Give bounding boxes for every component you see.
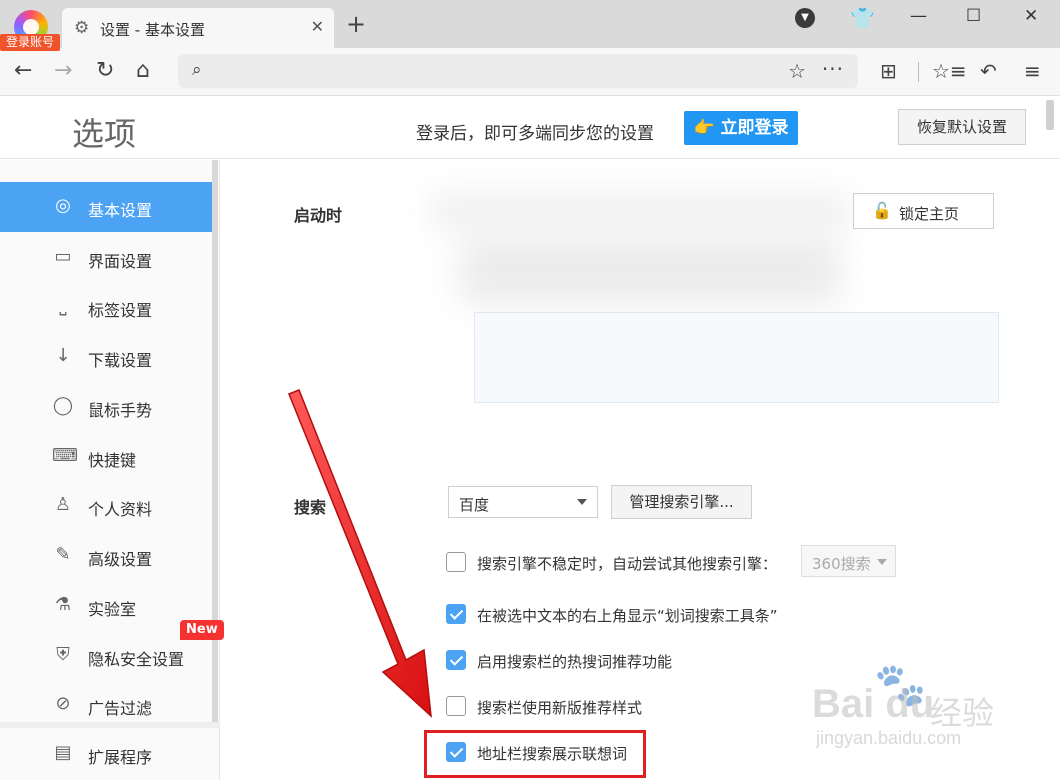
skin-icon[interactable]: 👕 [850, 8, 875, 28]
sidebar-item-label: 扩展程序 [88, 748, 153, 767]
flask-icon: ⚗ [54, 594, 72, 615]
tab-settings[interactable]: ⚙ 设置 - 基本设置 ✕ [62, 8, 334, 48]
checkbox[interactable] [446, 552, 466, 572]
login-account-badge[interactable]: 登录账号 [0, 34, 60, 51]
home-button[interactable]: ⌂ [136, 58, 150, 84]
apps-icon[interactable]: ⊞ [880, 60, 897, 82]
lock-homepage-label: 锁定主页 [899, 205, 960, 223]
user-icon: ♙ [54, 494, 72, 515]
login-now-button[interactable]: 👉 立即登录 [684, 111, 798, 145]
sidebar-item-label: 实验室 [88, 600, 137, 619]
option-label: 启用搜索栏的热搜词推荐功能 [477, 653, 673, 671]
sidebar-item-label: 广告过滤 [88, 699, 153, 718]
settings-header: 选项 登录后，即可多端同步您的设置 👉 立即登录 恢复默认设置 [0, 97, 1060, 159]
unlock-icon: 🔓 [872, 201, 892, 220]
sidebar-item-label: 标签设置 [88, 301, 153, 320]
title-bar: ⚙ 设置 - 基本设置 ✕ + ▼ 👕 — ☐ ✕ [0, 0, 1060, 48]
sidebar-item-tab-settings[interactable]: ⎵ 标签设置 [0, 282, 212, 332]
watermark-url: jingyan.baidu.com [816, 728, 962, 748]
new-tab-button[interactable]: + [346, 12, 366, 36]
sidebar-item-label: 基本设置 [88, 201, 153, 220]
sidebar-item-basic-settings[interactable]: ◎ 基本设置 [0, 182, 212, 232]
download-icon: ↓ [55, 345, 71, 366]
restore-defaults-button[interactable]: 恢复默认设置 [898, 109, 1026, 145]
mouse-icon: ◯ [52, 395, 74, 416]
sidebar-divider [0, 722, 220, 728]
navigation-bar: ← → ↻ ⌂ ⌕ ☆ ··· ⊞ ☆≡ ↶ ≡ [0, 48, 1060, 96]
sidebar-item-download-settings[interactable]: ↓ 下载设置 [0, 332, 212, 382]
caret-down-icon [577, 499, 587, 505]
search-engine-value: 百度 [459, 496, 490, 514]
address-bar[interactable]: ⌕ ☆ ··· [178, 54, 858, 88]
checkbox[interactable] [446, 604, 466, 624]
startup-section-label: 启动时 [294, 206, 343, 225]
lock-homepage-button[interactable]: 🔓 锁定主页 [853, 193, 994, 229]
sidebar-item-label: 界面设置 [88, 252, 153, 271]
keyboard-icon: ⌨ [52, 445, 78, 466]
option-label: 搜索栏使用新版推荐样式 [477, 699, 643, 717]
forward-button[interactable]: → [54, 58, 72, 84]
block-icon: ⊘ [55, 693, 71, 714]
tab-icon: ⎵ [59, 295, 67, 316]
sidebar-item-shortcuts[interactable]: ⌨ 快捷键 [0, 432, 212, 482]
shield-icon[interactable]: ▼ [795, 8, 815, 28]
tab-close-icon[interactable]: ✕ [311, 17, 324, 36]
sidebar-item-label: 快捷键 [88, 451, 137, 470]
sidebar-item-label: 个人资料 [88, 500, 153, 519]
favorites-icon[interactable]: ☆≡ [932, 60, 967, 82]
close-window-button[interactable]: ✕ [1024, 6, 1038, 26]
option-label: 搜索引擎不稳定时，自动尝试其他搜索引擎： [477, 555, 778, 573]
sidebar-item-label: 高级设置 [88, 550, 153, 569]
fallback-engine-select[interactable]: 360搜索 [801, 545, 896, 577]
toolbar-divider [918, 62, 919, 82]
checkbox[interactable] [446, 650, 466, 670]
extension-icon: ▤ [54, 742, 72, 763]
undo-icon[interactable]: ↶ [980, 60, 997, 82]
caret-down-icon [877, 559, 887, 565]
login-hint: 登录后，即可多端同步您的设置 [416, 124, 654, 144]
search-icon: ⌕ [192, 60, 202, 80]
sidebar-item-interface-settings[interactable]: ▭ 界面设置 [0, 233, 212, 283]
bookmark-star-icon[interactable]: ☆ [788, 59, 806, 83]
sidebar-item-extensions[interactable]: ▤ 扩展程序 [0, 729, 212, 779]
sidebar-item-profile[interactable]: ♙ 个人资料 [0, 481, 212, 531]
fallback-engine-value: 360搜索 [812, 555, 871, 573]
highlight-annotation-box [424, 730, 646, 778]
maximize-button[interactable]: ☐ [966, 6, 981, 26]
startup-pages-box [474, 312, 999, 403]
baidu-jingyan-watermark: 🐾 Bai du 经验 jingyan.baidu.com [812, 660, 1012, 760]
back-button[interactable]: ← [14, 58, 32, 84]
blurred-startup-options [460, 235, 840, 305]
blurred-startup-options [430, 190, 850, 230]
sidebar-item-label: 隐私安全设置 [88, 650, 185, 669]
page-scrollbar[interactable] [1046, 100, 1054, 130]
manage-search-engines-button[interactable]: 管理搜索引擎... [611, 485, 752, 519]
reload-button[interactable]: ↻ [96, 58, 114, 84]
shield-plus-icon: ⛨ [56, 644, 70, 665]
gear-icon: ⚙ [74, 18, 90, 38]
search-engine-select[interactable]: 百度 [448, 486, 598, 518]
search-section-label: 搜索 [294, 498, 327, 517]
tab-title: 设置 - 基本设置 [100, 21, 205, 39]
sidebar-item-advanced-settings[interactable]: ✎ 高级设置 [0, 531, 212, 581]
option-label: 在被选中文本的右上角显示“划词搜索工具条” [477, 607, 778, 625]
window-icon: ▭ [54, 246, 72, 267]
watermark-logo: Bai du [812, 682, 935, 726]
sidebar-item-label: 下载设置 [88, 351, 153, 370]
minimize-button[interactable]: — [910, 6, 927, 26]
target-icon: ◎ [55, 195, 71, 216]
page-title: 选项 [72, 115, 137, 153]
more-icon[interactable]: ··· [822, 57, 844, 81]
sidebar-item-mouse-gestures[interactable]: ◯ 鼠标手势 [0, 382, 212, 432]
wrench-icon: ✎ [55, 544, 71, 565]
new-badge: New [180, 620, 224, 640]
menu-icon[interactable]: ≡ [1024, 60, 1041, 82]
sidebar-item-label: 鼠标手势 [88, 401, 153, 420]
checkbox[interactable] [446, 696, 466, 716]
